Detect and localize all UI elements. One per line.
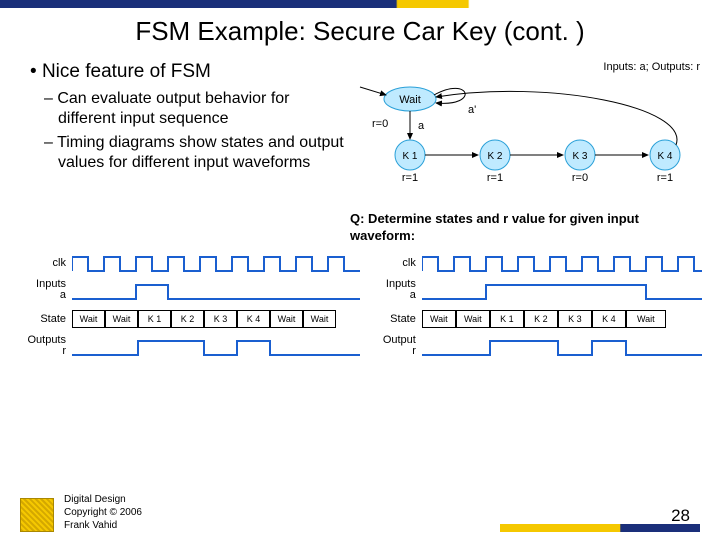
state-cell: Wait [105, 310, 138, 328]
question-text: Q: Determine states and r value for give… [350, 211, 700, 245]
left-column: • Nice feature of FSM – Can evaluate out… [20, 61, 350, 177]
state-cell: Wait [72, 310, 105, 328]
state-cell: Wait [626, 310, 666, 328]
aprime-label: a' [468, 104, 476, 116]
inputs-a-label-l: Inputsa [20, 279, 70, 302]
state-cell: Wait [270, 310, 303, 328]
state-cell: K 3 [558, 310, 592, 328]
state-cell: K 2 [171, 310, 204, 328]
slide-title: FSM Example: Secure Car Key (cont. ) [0, 8, 720, 61]
top-banner [0, 0, 720, 8]
wait-label: Wait [399, 94, 421, 106]
o3: r=0 [572, 172, 588, 184]
page-number: 28 [671, 506, 690, 526]
clk-wave-r [422, 253, 702, 275]
output-r-label-r: Outputr [370, 335, 420, 358]
state-cell: K 1 [138, 310, 171, 328]
footer: Digital Design Copyright © 2006 Frank Va… [20, 488, 700, 532]
footer-bar [500, 524, 700, 532]
bullet-main: • Nice feature of FSM [30, 61, 350, 83]
bullet-sub-1: – Can evaluate output behavior for diffe… [58, 89, 350, 129]
state-label-l: State [20, 313, 70, 325]
k3-label: K 3 [572, 151, 587, 162]
footer-icon [20, 498, 54, 532]
fsm-diagram: Wait a' r=0 a K 1 K 2 K 3 K 4 [350, 77, 690, 202]
inputs-a-label-r: Inputsa [370, 279, 420, 302]
state-cell: K 2 [524, 310, 558, 328]
a-wave-l [72, 281, 362, 303]
r0-label: r=0 [372, 118, 388, 130]
bullet-sub-1-text: Can evaluate output behavior for differe… [57, 90, 289, 127]
bullet-sub-2: – Timing diagrams show states and output… [58, 133, 350, 173]
clk-label-r: clk [370, 257, 420, 269]
bullet-main-text: Nice feature of FSM [42, 61, 211, 82]
k4-label: K 4 [657, 151, 672, 162]
io-label: Inputs: a; Outputs: r [350, 61, 700, 73]
o4: r=1 [657, 172, 673, 184]
state-cell: K 4 [237, 310, 270, 328]
r-wave-l [72, 337, 362, 359]
k1-label: K 1 [402, 151, 417, 162]
k2-label: K 2 [487, 151, 502, 162]
footer-text: Digital Design Copyright © 2006 Frank Va… [64, 493, 142, 532]
state-cell: Wait [422, 310, 456, 328]
clk-label-l: clk [20, 257, 70, 269]
state-cell: Wait [456, 310, 490, 328]
timing-left: clk Inputsa State Wait Wait K 1 K 2 K 3 … [20, 251, 360, 363]
o1: r=1 [402, 172, 418, 184]
state-boxes-r: Wait Wait K 1 K 2 K 3 K 4 Wait [422, 310, 666, 328]
timing-right: clk Inputsa State Wait Wait K 1 K 2 K 3 … [370, 251, 700, 363]
state-cell: K 4 [592, 310, 626, 328]
r-wave-r [422, 337, 702, 359]
bullet-sub-2-text: Timing diagrams show states and output v… [57, 134, 344, 171]
state-cell: K 1 [490, 310, 524, 328]
timing-diagrams: clk Inputsa State Wait Wait K 1 K 2 K 3 … [20, 245, 700, 363]
a-wave-r [422, 281, 702, 303]
right-column: Inputs: a; Outputs: r Wait a' r=0 a K 1 … [350, 61, 700, 245]
state-cell: Wait [303, 310, 336, 328]
state-boxes-l: Wait Wait K 1 K 2 K 3 K 4 Wait Wait [72, 310, 336, 328]
state-cell: K 3 [204, 310, 237, 328]
state-label-r: State [370, 313, 420, 325]
outputs-r-label-l: Outputsr [20, 335, 70, 358]
a-label: a [418, 120, 425, 132]
o2: r=1 [487, 172, 503, 184]
clk-wave-l [72, 253, 362, 275]
